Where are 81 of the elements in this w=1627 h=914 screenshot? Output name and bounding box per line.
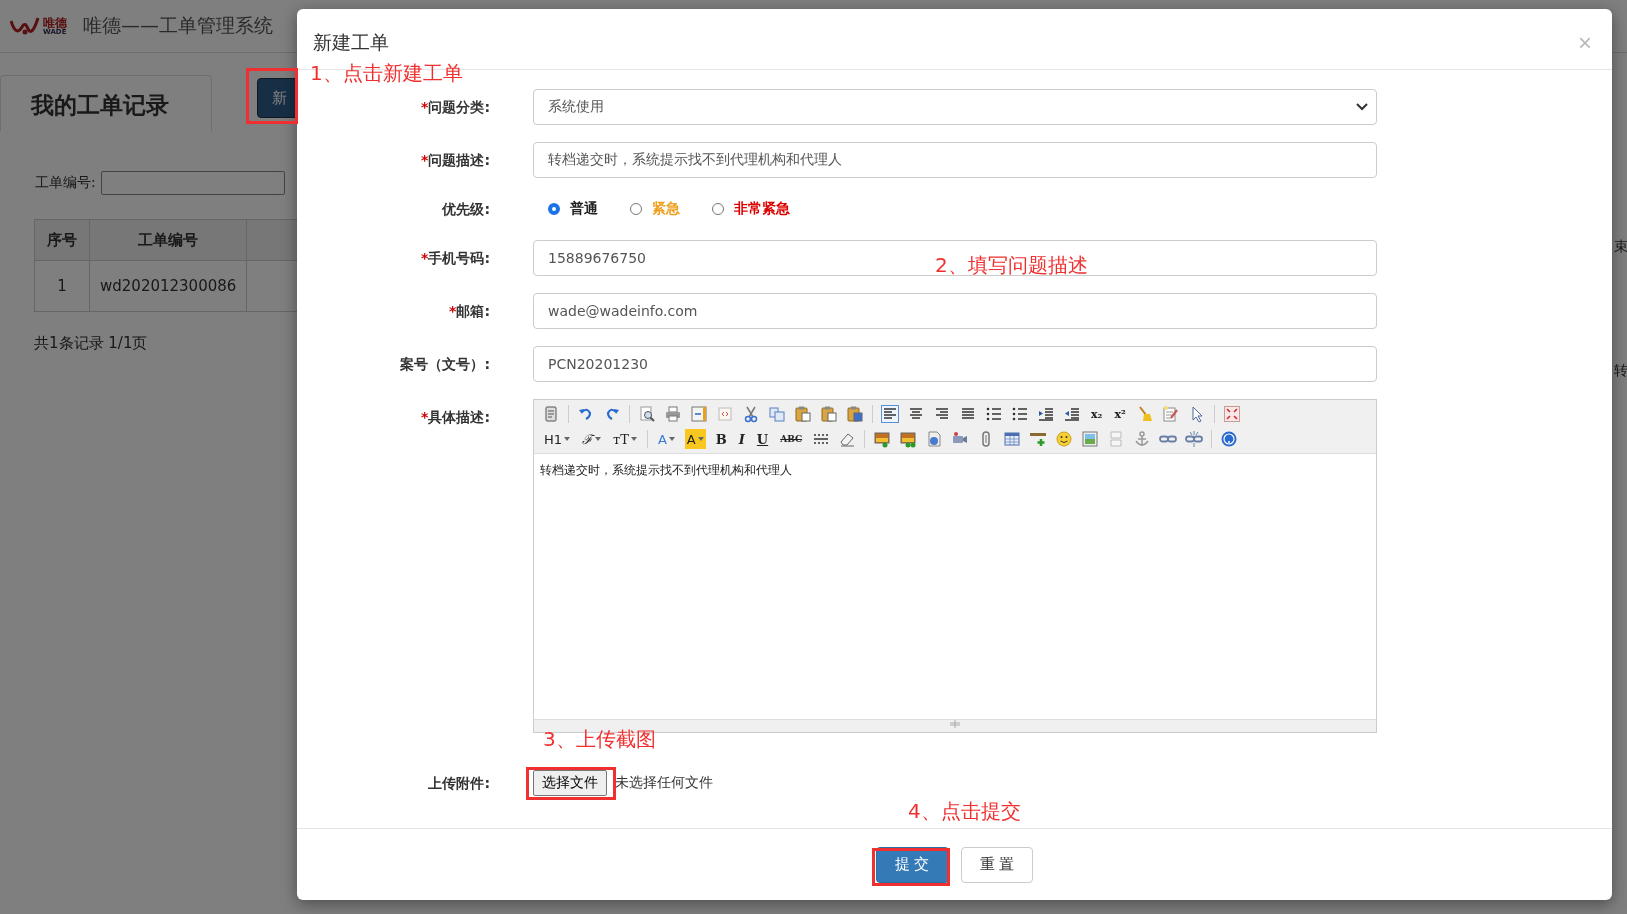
pagination-text: 共1条记录 1/1页 (34, 334, 148, 353)
choose-file-button[interactable]: 选择文件 (533, 770, 607, 796)
column-header: 束 (1614, 238, 1627, 256)
unlink-icon[interactable] (1185, 430, 1204, 448)
page-tab[interactable]: 我的工单记录 (0, 75, 212, 131)
bullet-list-icon[interactable] (1011, 405, 1029, 423)
caret-icon (697, 437, 704, 441)
fullscreen-icon[interactable] (1222, 405, 1241, 423)
annotation-text: 2、填写问题描述 (935, 252, 1088, 279)
emoji-icon[interactable] (1055, 430, 1074, 448)
field-label: *问题分类: (420, 98, 490, 117)
table-cell: 转 (1614, 362, 1627, 380)
image-add-icon[interactable] (873, 430, 892, 448)
copy-icon[interactable] (768, 405, 786, 423)
code-icon[interactable] (716, 405, 734, 423)
format-button[interactable]: A (655, 429, 677, 449)
logo-text: 唯德 (43, 16, 67, 29)
caret-icon (630, 437, 637, 441)
column-header: 序号 (34, 219, 90, 261)
field-label: 优先级: (441, 200, 490, 219)
input-field[interactable]: wade@wadeinfo.com (533, 293, 1377, 329)
field-label: 上传附件: (427, 774, 490, 793)
format-button[interactable]: x² (1112, 404, 1128, 424)
format-button[interactable]: H1 (542, 429, 573, 449)
format-button[interactable]: ABC (778, 429, 805, 449)
annotation-text: 4、点击提交 (908, 798, 1021, 825)
paste-icon[interactable] (794, 405, 812, 423)
format-button[interactable]: ℱ (580, 429, 604, 449)
format-button[interactable]: x₂ (1089, 404, 1105, 424)
insert-row-icon[interactable] (1029, 430, 1048, 448)
caret-icon (595, 437, 602, 441)
paste-word-icon[interactable] (846, 405, 864, 423)
radio-label: 非常紧急 (734, 200, 790, 218)
editor-text: 转档递交时，系统提示找不到代理机构和代理人 (540, 463, 792, 477)
app-title: 唯德——工单管理系统 (83, 13, 273, 38)
chevron-icon (1356, 103, 1368, 111)
input-field[interactable]: 转档递交时，系统提示找不到代理机构和代理人 (533, 142, 1377, 178)
format-button[interactable]: I (736, 429, 747, 449)
category-select[interactable]: 系统使用 (533, 89, 1377, 125)
highlight-frame (246, 68, 298, 124)
search-field[interactable] (100, 171, 285, 195)
caret-icon (668, 437, 675, 441)
anchor-icon[interactable] (1133, 430, 1152, 448)
search-label: 工单编号: (35, 174, 96, 192)
field-label: *具体描述: (420, 408, 490, 427)
format-button[interactable]: U (754, 429, 771, 449)
logo-mark-icon (10, 15, 40, 37)
column-header: 工单编号 (89, 219, 247, 261)
table-cell: 1 (34, 260, 90, 312)
radio-label: 紧急 (652, 200, 680, 218)
table-cell: wd202012300086 (89, 260, 247, 312)
template-icon[interactable] (690, 405, 708, 423)
reset-button[interactable]: 重 置 (960, 846, 1034, 883)
source-icon[interactable] (542, 405, 560, 423)
format-button[interactable]: B (713, 429, 729, 449)
print-icon[interactable] (664, 405, 682, 423)
table-icon[interactable] (1003, 430, 1022, 448)
field-label: *邮箱: (448, 302, 490, 321)
preview-icon[interactable] (638, 405, 656, 423)
picture-icon[interactable] (1081, 430, 1100, 448)
paste-text-icon[interactable] (820, 405, 838, 423)
align-left-icon[interactable] (881, 405, 899, 423)
caret-icon (564, 437, 571, 441)
cut-icon[interactable] (742, 405, 760, 423)
dialog-title: 新建工单 (313, 30, 389, 55)
format-button[interactable]: A (684, 429, 706, 449)
help-icon[interactable] (1220, 430, 1239, 448)
input-field[interactable]: PCN20201230 (533, 346, 1377, 382)
radio-button[interactable] (548, 203, 560, 215)
field-label: *问题描述: (420, 151, 490, 170)
format-button[interactable]: ᴛT (611, 429, 639, 449)
field-label: 案号（文号）: (399, 355, 490, 374)
ordered-list-icon[interactable] (985, 405, 1003, 423)
radio-label: 普通 (570, 200, 598, 218)
field-label: *手机号码: (420, 249, 490, 268)
images-add-icon[interactable] (899, 430, 918, 448)
indent-icon[interactable] (1037, 405, 1055, 423)
outdent-icon[interactable] (1063, 405, 1081, 423)
format-painter-icon[interactable] (1161, 405, 1180, 423)
resize-handle-icon[interactable] (949, 720, 961, 728)
file-status: 未选择任何文件 (615, 774, 713, 792)
